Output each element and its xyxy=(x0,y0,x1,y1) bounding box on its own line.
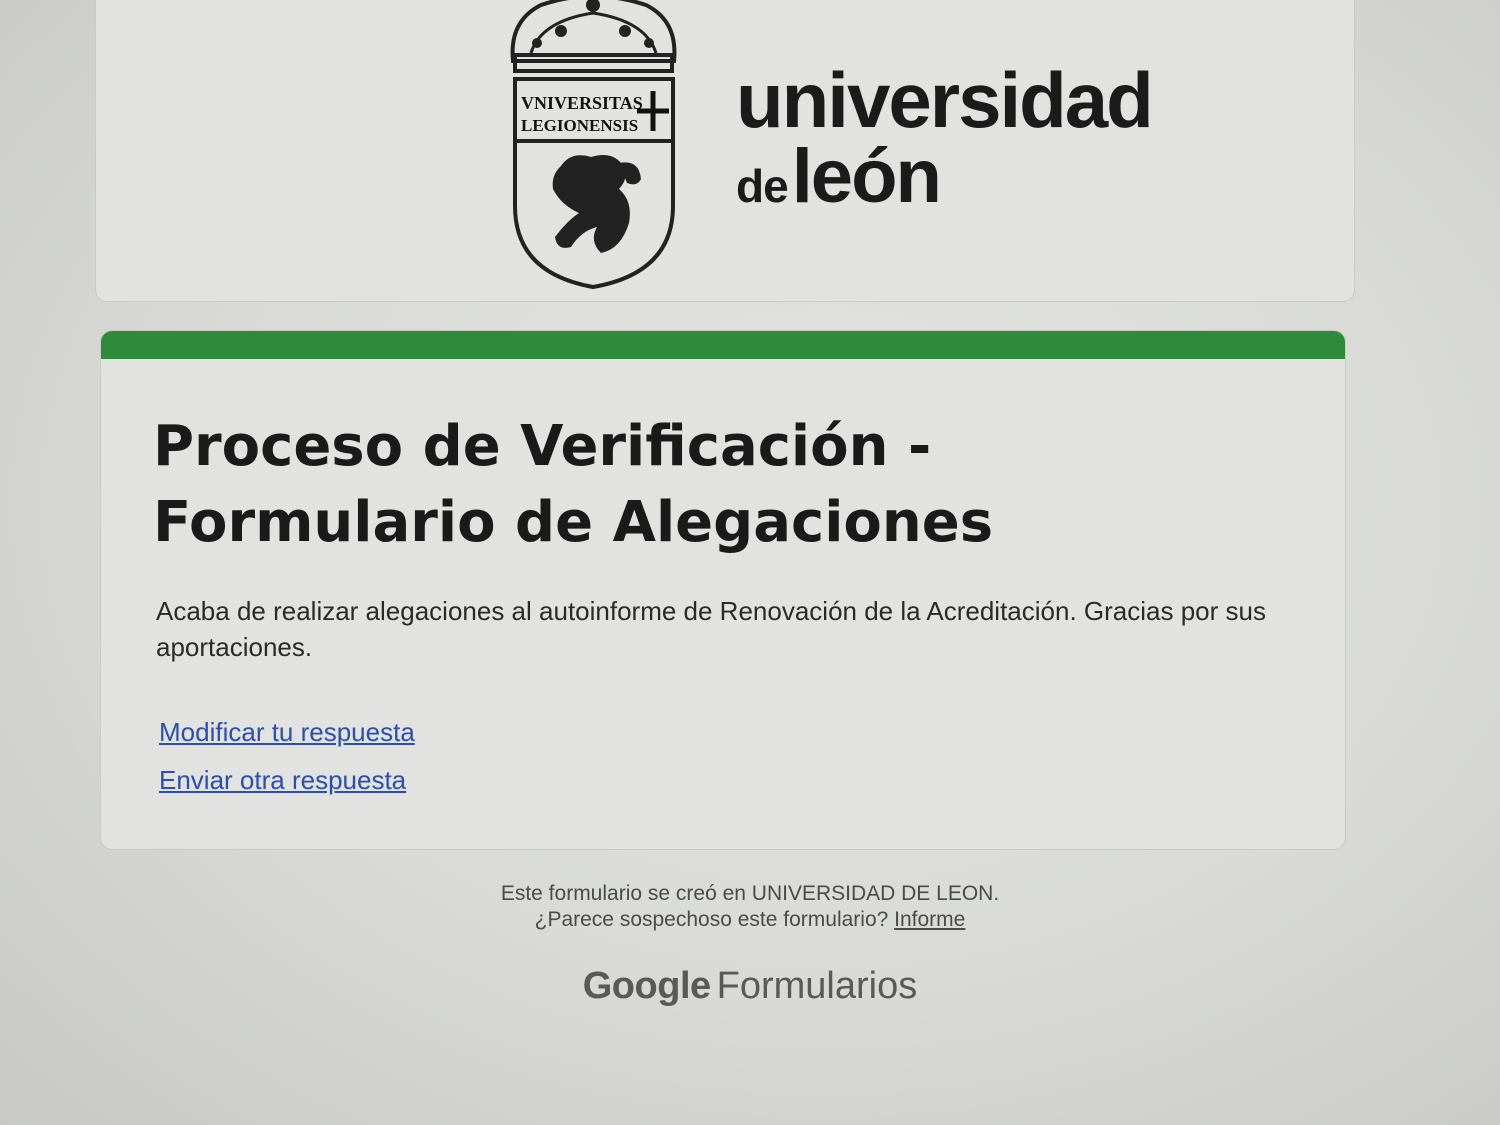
confirmation-card: Proceso de Verificación - Formulario de … xyxy=(100,330,1346,850)
google-forms-logo[interactable]: Google Formularios xyxy=(0,965,1500,1008)
submit-another-response-link[interactable]: Enviar otra respuesta xyxy=(159,765,406,796)
crest-motto-line2: LEGIONENSIS xyxy=(521,116,638,135)
university-crest-icon: VNIVERSITAS LEGIONENSIS xyxy=(510,0,677,290)
university-wordmark: universidad deleón xyxy=(736,56,1154,220)
report-abuse-link[interactable]: Informe xyxy=(894,908,965,931)
edit-response-link[interactable]: Modificar tu respuesta xyxy=(159,717,415,748)
wordmark-de-leon: deleón xyxy=(736,133,1152,220)
crest-motto-line1: VNIVERSITAS xyxy=(521,93,643,113)
footer-suspicious-question: ¿Parece sospechoso este formulario? xyxy=(534,908,889,931)
wordmark-leon: león xyxy=(791,134,942,219)
footer-created-in: Este formulario se creó en UNIVERSIDAD D… xyxy=(500,882,1000,905)
form-accent-bar xyxy=(101,331,1345,359)
forms-product-word: Formularios xyxy=(716,965,918,1007)
header-banner: VNIVERSITAS LEGIONENSIS universidad dele… xyxy=(95,0,1355,302)
wordmark-de: de xyxy=(736,160,789,212)
footer-report-line: ¿Parece sospechoso este formulario? Info… xyxy=(0,906,1500,933)
form-title: Proceso de Verificación - Formulario de … xyxy=(153,414,994,555)
confirmation-message: Acaba de realizar alegaciones al autoinf… xyxy=(156,596,1266,662)
wordmark-universidad: universidad xyxy=(736,56,1154,144)
google-logo-word: Google xyxy=(582,965,711,1007)
